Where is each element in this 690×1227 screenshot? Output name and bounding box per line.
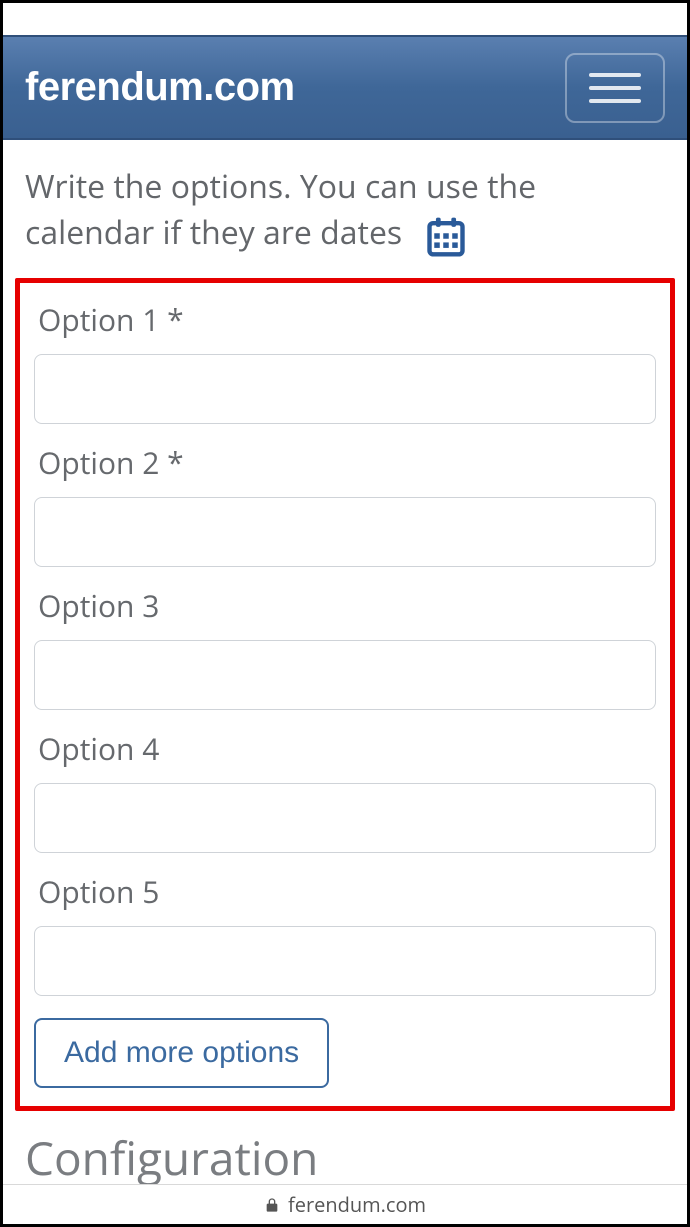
option-field: Option 5 — [34, 871, 656, 996]
viewport-frame: ferendum.com Write the options. You can … — [0, 0, 690, 1227]
option-label: Option 1 * — [34, 299, 656, 340]
add-more-options-button[interactable]: Add more options — [34, 1018, 329, 1088]
option-label: Option 3 — [34, 585, 656, 626]
calendar-icon — [424, 214, 468, 258]
brand-logo-text[interactable]: ferendum.com — [25, 65, 295, 110]
option-3-input[interactable] — [34, 640, 656, 710]
option-2-input[interactable] — [34, 497, 656, 567]
option-1-input[interactable] — [34, 354, 656, 424]
lock-icon — [264, 1197, 280, 1213]
browser-address-bar[interactable]: ferendum.com — [3, 1184, 687, 1224]
option-field: Option 1 * — [34, 299, 656, 424]
options-section: Option 1 * Option 2 * Option 3 Option 4 … — [15, 278, 675, 1111]
hamburger-icon — [589, 99, 641, 103]
instructions-text: Write the options. You can use the calen… — [15, 164, 675, 264]
top-spacer — [3, 3, 687, 35]
hamburger-icon — [589, 86, 641, 90]
menu-toggle-button[interactable] — [565, 53, 665, 123]
main-content: Write the options. You can use the calen… — [3, 140, 687, 1189]
option-label: Option 2 * — [34, 442, 656, 483]
option-4-input[interactable] — [34, 783, 656, 853]
calendar-button[interactable] — [424, 214, 468, 258]
option-label: Option 4 — [34, 728, 656, 769]
spacer — [15, 140, 675, 164]
option-field: Option 3 — [34, 585, 656, 710]
option-field: Option 2 * — [34, 442, 656, 567]
address-bar-domain: ferendum.com — [288, 1191, 426, 1218]
option-5-input[interactable] — [34, 926, 656, 996]
option-label: Option 5 — [34, 871, 656, 912]
option-field: Option 4 — [34, 728, 656, 853]
configuration-heading: Configuration — [15, 1119, 675, 1189]
navbar: ferendum.com — [3, 35, 687, 140]
hamburger-icon — [589, 73, 641, 77]
